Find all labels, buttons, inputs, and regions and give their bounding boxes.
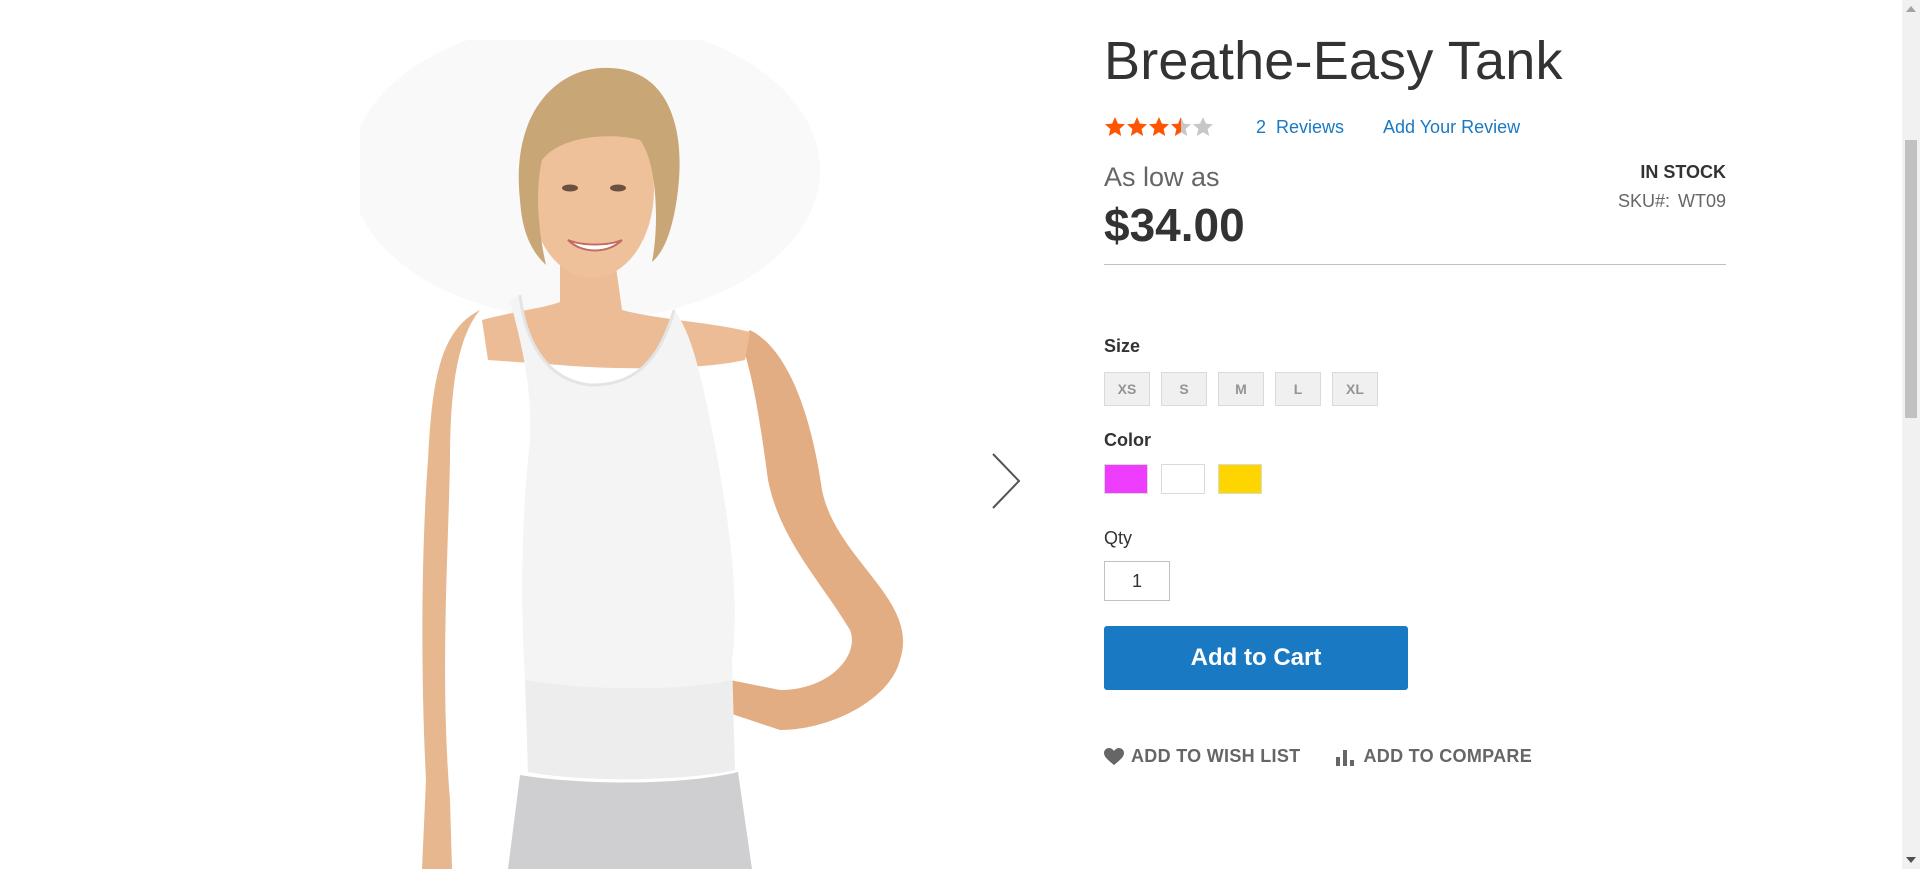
- gallery-next-button[interactable]: [985, 448, 1025, 514]
- scroll-thumb[interactable]: [1905, 140, 1917, 418]
- size-label: Size: [1104, 336, 1141, 356]
- wishlist-label: Add to Wish List: [1131, 746, 1301, 766]
- size-option-s[interactable]: S: [1161, 372, 1207, 406]
- stock-status: IN STOCK: [1640, 162, 1726, 182]
- qty-input[interactable]: [1104, 561, 1170, 601]
- color-options: [1104, 464, 1262, 494]
- product-price: $34.00: [1104, 199, 1245, 251]
- reviews-label: Reviews: [1276, 117, 1345, 137]
- product-actions: Add to Wish List Add to Compare: [1104, 746, 1532, 767]
- add-to-cart-button[interactable]: Add to Cart: [1104, 626, 1408, 690]
- size-options: XS S M L XL: [1104, 372, 1378, 406]
- size-option-l[interactable]: L: [1275, 372, 1321, 406]
- rating-summary: [1104, 116, 1214, 138]
- star-icon: [1171, 117, 1191, 136]
- add-review-link[interactable]: Add Your Review: [1383, 117, 1520, 138]
- divider: [1104, 264, 1726, 265]
- star-icon: [1193, 117, 1213, 136]
- scroll-up-arrow[interactable]: [1906, 6, 1916, 12]
- qty-label: Qty: [1104, 528, 1133, 548]
- color-option-2[interactable]: [1161, 464, 1205, 494]
- star-icon: [1149, 117, 1169, 136]
- color-option-1[interactable]: [1104, 464, 1148, 494]
- chevron-right-icon: [992, 453, 1021, 509]
- product-title: Breathe-Easy Tank: [1104, 31, 1563, 91]
- star-icon: [1105, 117, 1125, 136]
- sku-label: SKU#:: [1617, 191, 1670, 211]
- scroll-down-arrow[interactable]: [1906, 857, 1916, 863]
- product-gallery: [360, 40, 920, 869]
- size-option-m[interactable]: M: [1218, 372, 1264, 406]
- heart-icon: [1104, 747, 1124, 765]
- size-option-xl[interactable]: XL: [1332, 372, 1378, 406]
- reviews-link[interactable]: 2 Reviews: [1256, 117, 1344, 138]
- rating-stars: [1104, 116, 1214, 138]
- compare-label: Add to Compare: [1363, 746, 1533, 766]
- size-option-xs[interactable]: XS: [1104, 372, 1150, 406]
- product-photo: [360, 40, 920, 869]
- sku: SKU#: WT09: [1618, 191, 1726, 212]
- reviews-count: 2: [1256, 117, 1267, 137]
- star-icon: [1127, 117, 1147, 136]
- add-to-wishlist-link[interactable]: Add to Wish List: [1104, 746, 1300, 767]
- bar-chart-icon: [1336, 749, 1355, 766]
- page-scrollbar[interactable]: [1902, 0, 1920, 869]
- color-label: Color: [1104, 430, 1151, 450]
- add-to-compare-link[interactable]: Add to Compare: [1336, 746, 1532, 767]
- sku-value: WT09: [1677, 191, 1726, 211]
- color-option-3[interactable]: [1218, 464, 1262, 494]
- price-label: As low as: [1104, 162, 1220, 192]
